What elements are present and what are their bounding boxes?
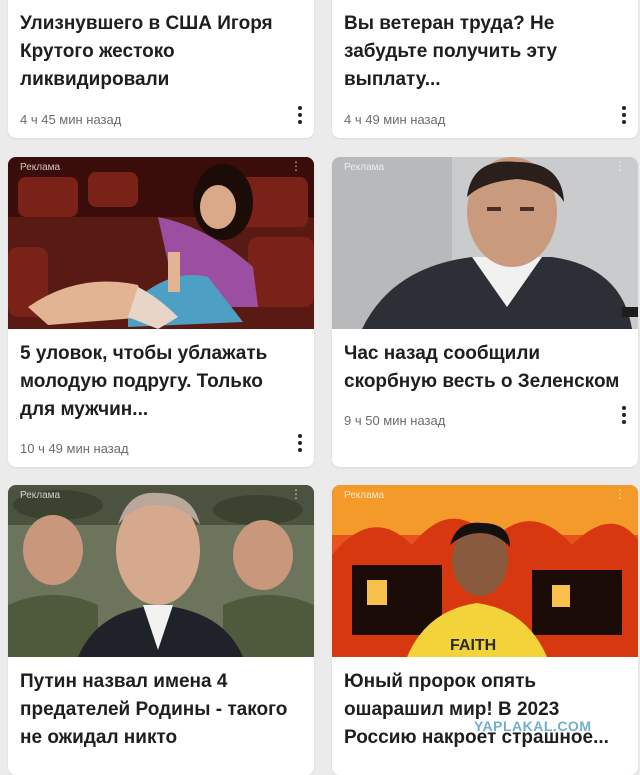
- card-image[interactable]: FAITH Реклама ⋮: [332, 485, 638, 657]
- man-portrait-photo: [332, 157, 638, 329]
- card-title[interactable]: Путин назвал имена 4 предателей Родины -…: [20, 668, 300, 752]
- card-title[interactable]: Вы ветеран труда? Не забудьте получить э…: [344, 10, 624, 94]
- image-more-icon[interactable]: ⋮: [290, 159, 302, 173]
- more-options-icon[interactable]: [620, 106, 628, 124]
- card-title[interactable]: Улизнувшего в США Игоря Крутого жестоко …: [20, 10, 300, 94]
- card-image[interactable]: Реклама ⋮: [332, 157, 638, 329]
- card-time: 10 ч 49 мин назад: [20, 441, 129, 456]
- card-title[interactable]: 5 уловок, чтобы ублажать молодую подругу…: [20, 340, 300, 424]
- card-image[interactable]: Реклама ⋮: [8, 485, 314, 657]
- ad-label: Реклама: [344, 162, 385, 173]
- watermark-text: YAPLAKAL.COM: [474, 718, 592, 734]
- more-options-icon[interactable]: [620, 406, 628, 424]
- card-title[interactable]: Юный пророк опять ошарашил мир! В 2023 Р…: [344, 668, 624, 752]
- card-title[interactable]: Час назад сообщили скорбную весть о Зеле…: [344, 340, 624, 396]
- news-card[interactable]: Реклама ⋮ Час назад сообщили скорбную ве…: [332, 157, 638, 467]
- image-more-icon[interactable]: ⋮: [614, 159, 626, 173]
- news-card[interactable]: Реклама ⋮ Путин назвал имена 4 предателе…: [8, 485, 314, 775]
- news-card[interactable]: Вы ветеран труда? Не забудьте получить э…: [332, 0, 638, 138]
- fire-photo: FAITH: [332, 485, 638, 657]
- image-more-icon[interactable]: ⋮: [290, 487, 302, 501]
- officials-photo: [8, 485, 314, 657]
- news-card[interactable]: Реклама ⋮ 5 уловок, чтобы ублажать молод…: [8, 157, 314, 467]
- woman-photo: [8, 157, 314, 329]
- image-more-icon[interactable]: ⋮: [614, 487, 626, 501]
- shirt-text: FAITH: [450, 637, 496, 654]
- ad-label: Реклама: [20, 162, 61, 173]
- card-time: 9 ч 50 мин назад: [344, 413, 446, 428]
- more-options-icon[interactable]: [296, 434, 304, 452]
- news-card[interactable]: Улизнувшего в США Игоря Крутого жестоко …: [8, 0, 314, 138]
- ad-label: Реклама: [344, 490, 385, 501]
- card-time: 4 ч 49 мин назад: [344, 112, 446, 127]
- more-options-icon[interactable]: [296, 106, 304, 124]
- card-time: 4 ч 45 мин назад: [20, 112, 122, 127]
- card-image[interactable]: Реклама ⋮: [8, 157, 314, 329]
- ad-label: Реклама: [20, 490, 61, 501]
